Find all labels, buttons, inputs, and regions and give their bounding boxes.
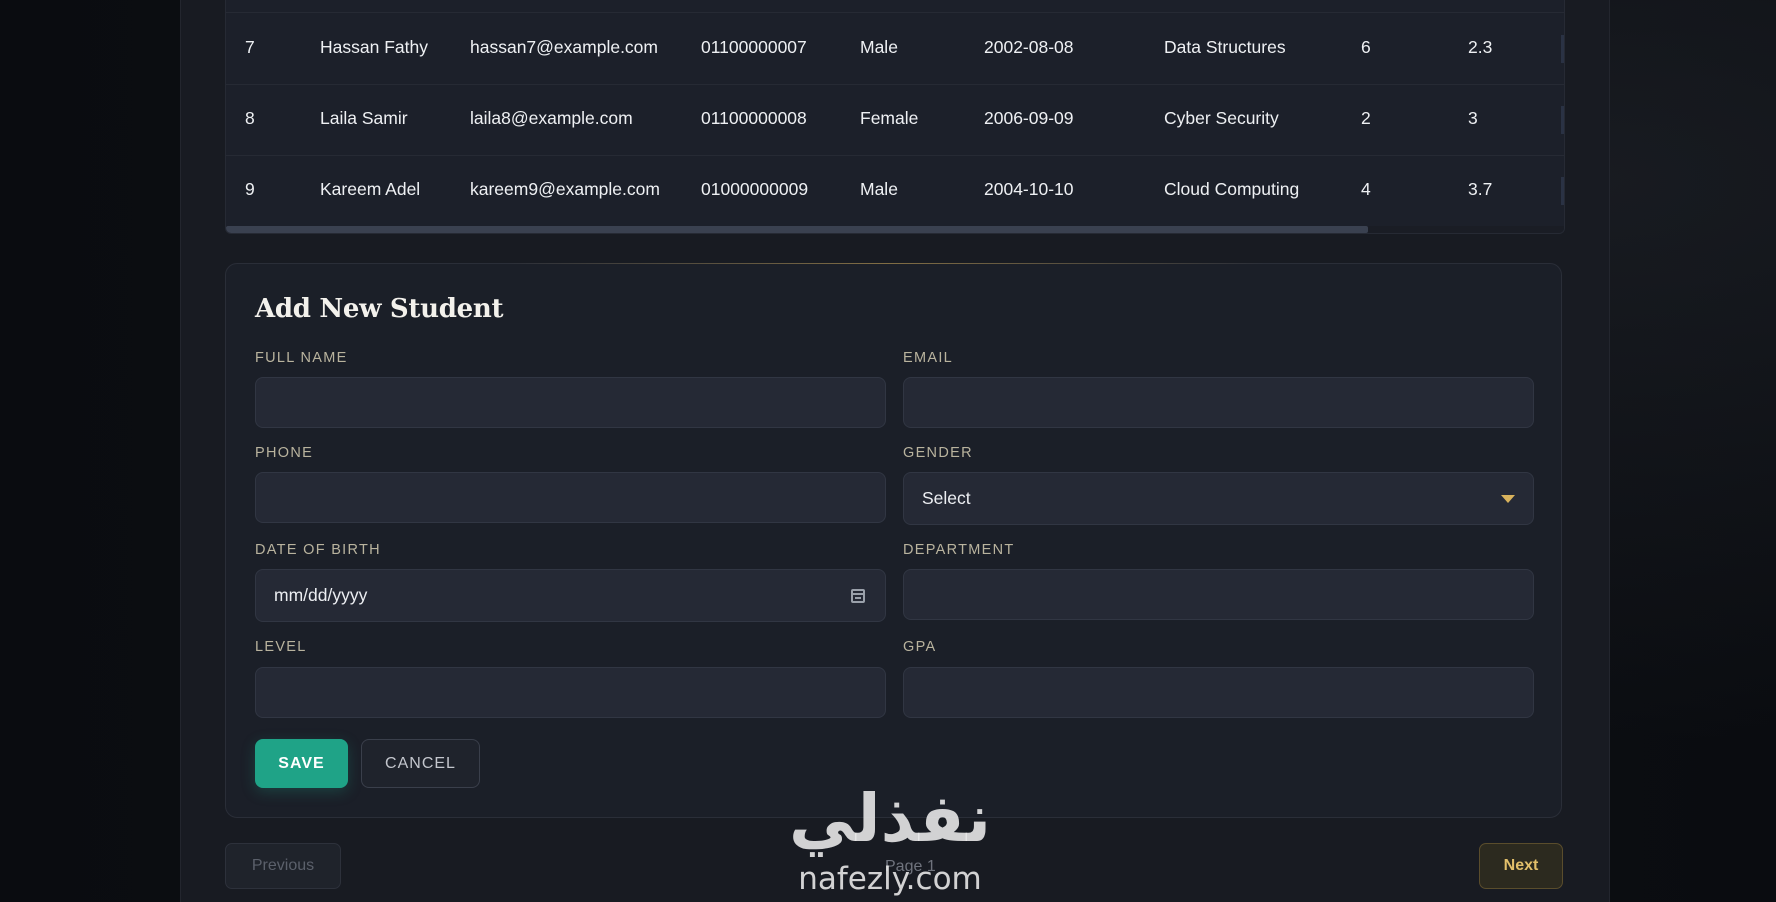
phone-input[interactable]	[255, 472, 886, 523]
level-label: LEVEL	[255, 639, 307, 655]
cell-id: 7	[245, 37, 255, 57]
cell-phone: 01100000007	[701, 37, 807, 57]
row-action-edge[interactable]	[1561, 177, 1564, 205]
save-button[interactable]: SAVE	[255, 739, 348, 788]
email-input[interactable]	[903, 377, 1534, 428]
cell-phone: 01000000009	[701, 179, 809, 199]
cell-gender: Female	[860, 108, 919, 128]
gpa-label: GPA	[903, 639, 937, 655]
table-row[interactable]: 7 Hassan Fathy hassan7@example.com 01100…	[226, 13, 1564, 85]
cell-dob: 2002-08-08	[984, 37, 1074, 57]
gpa-input[interactable]	[903, 667, 1534, 718]
scrollbar-thumb[interactable]	[226, 226, 1368, 233]
cell-gender: Male	[860, 179, 898, 199]
horizontal-scrollbar[interactable]	[226, 226, 1564, 233]
table-row[interactable]: 9 Kareem Adel kareem9@example.com 010000…	[226, 155, 1564, 227]
cell-id: 8	[245, 108, 255, 128]
cell-gpa: 2.3	[1468, 37, 1493, 57]
cell-gender: Male	[860, 37, 898, 57]
cell-gpa: 3.7	[1468, 179, 1493, 199]
full-name-input[interactable]	[255, 377, 886, 428]
phone-label: PHONE	[255, 445, 314, 461]
level-input[interactable]	[255, 667, 886, 718]
cell-name: Kareem Adel	[320, 179, 421, 199]
cell-name: Laila Samir	[320, 108, 408, 128]
gender-label: GENDER	[903, 445, 973, 461]
row-action-edge[interactable]	[1561, 35, 1564, 63]
add-student-form: Add New Student FULL NAME EMAIL PHONE GE…	[225, 263, 1562, 818]
students-table: 7 Hassan Fathy hassan7@example.com 01100…	[225, 0, 1565, 234]
cell-name: Hassan Fathy	[320, 37, 428, 57]
cell-level: 4	[1361, 179, 1371, 199]
cell-department: Data Structures	[1164, 37, 1286, 57]
cell-id: 9	[245, 179, 255, 199]
row-action-edge[interactable]	[1561, 106, 1564, 134]
calendar-icon[interactable]	[851, 589, 865, 603]
full-name-label: FULL NAME	[255, 350, 348, 366]
dob-placeholder: mm/dd/yyyy	[274, 585, 368, 605]
cell-level: 2	[1361, 108, 1371, 128]
cell-dob: 2004-10-10	[984, 179, 1074, 199]
cancel-button[interactable]: CANCEL	[361, 739, 480, 788]
next-page-button[interactable]: Next	[1479, 843, 1563, 889]
previous-page-button[interactable]: Previous	[225, 843, 341, 889]
cell-email: kareem9@example.com	[470, 179, 660, 199]
cell-dob: 2006-09-09	[984, 108, 1074, 128]
cell-department: Cloud Computing	[1164, 179, 1300, 199]
dob-input[interactable]: mm/dd/yyyy	[255, 569, 886, 622]
cell-level: 6	[1361, 37, 1371, 57]
table-row[interactable]: 8 Laila Samir laila8@example.com 0110000…	[226, 84, 1564, 156]
department-label: DEPARTMENT	[903, 542, 1015, 558]
gender-selected-value: Select	[922, 488, 971, 508]
cell-gpa: 3	[1468, 108, 1478, 128]
dob-label: DATE OF BIRTH	[255, 542, 381, 558]
form-title: Add New Student	[255, 294, 504, 324]
department-input[interactable]	[903, 569, 1534, 620]
cell-email: laila8@example.com	[470, 108, 633, 128]
gender-select[interactable]: Select	[903, 472, 1534, 525]
cell-department: Cyber Security	[1164, 108, 1279, 128]
email-label: EMAIL	[903, 350, 954, 366]
cell-email: hassan7@example.com	[470, 37, 658, 57]
page-indicator: Page 1	[885, 858, 936, 875]
cell-phone: 01100000008	[701, 108, 807, 128]
chevron-down-icon[interactable]	[1501, 495, 1515, 503]
